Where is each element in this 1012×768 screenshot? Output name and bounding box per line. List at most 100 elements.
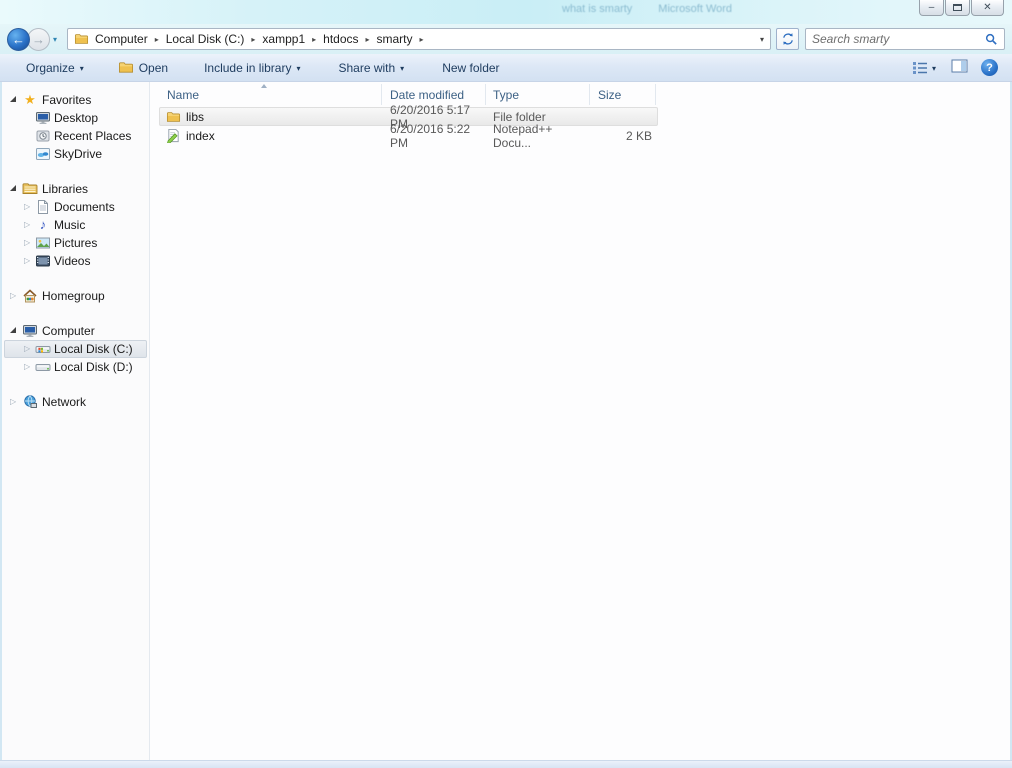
sidebar-item-skydrive[interactable]: SkyDrive	[2, 145, 149, 163]
libraries-icon	[22, 183, 38, 194]
forward-button[interactable]: →	[27, 27, 50, 51]
expander-open-icon[interactable]	[10, 326, 16, 333]
refresh-button[interactable]	[776, 28, 799, 50]
maximize-button[interactable]	[945, 0, 970, 16]
address-bar[interactable]: Computer ▸ Local Disk (C:) ▸ xampp1 ▸ ht…	[67, 28, 771, 50]
minimize-button[interactable]: –	[919, 0, 944, 16]
item-label[interactable]: Recent Places	[54, 129, 131, 143]
section-label[interactable]: Libraries	[42, 182, 88, 196]
breadcrumb-htdocs[interactable]: htdocs	[323, 32, 358, 46]
sidebar-section-libraries[interactable]: Libraries	[2, 180, 149, 198]
column-header-size[interactable]: Size	[590, 84, 656, 105]
breadcrumb-local-disk-c[interactable]: Local Disk (C:)	[166, 32, 245, 46]
breadcrumb-separator-icon[interactable]: ▸	[251, 35, 255, 44]
column-label: Name	[167, 87, 200, 102]
open-label: Open	[138, 60, 169, 75]
navigation-bar: ← → ▾ Computer ▸ Local Disk (C:) ▸ xampp…	[0, 24, 1012, 54]
sidebar-item-music[interactable]: ▷ ♪ Music	[2, 216, 149, 234]
sidebar-item-recent-places[interactable]: Recent Places	[2, 127, 149, 145]
expander-open-icon[interactable]	[10, 184, 16, 191]
sidebar-item-desktop[interactable]: Desktop	[2, 109, 149, 127]
column-header-name[interactable]: Name	[151, 84, 382, 105]
breadcrumb-xampp1[interactable]: xampp1	[262, 32, 305, 46]
expander-collapsed-icon[interactable]: ▷	[24, 221, 32, 229]
item-label[interactable]: SkyDrive	[54, 147, 102, 161]
expander-collapsed-icon[interactable]: ▷	[24, 363, 32, 371]
skydrive-icon	[36, 148, 50, 160]
file-date-cell: 6/20/2016 5:22 PM	[390, 121, 471, 150]
item-label[interactable]: Desktop	[54, 111, 98, 125]
expander-collapsed-icon[interactable]: ▷	[24, 257, 32, 265]
file-name-cell[interactable]: libs	[151, 110, 382, 124]
favorites-star-icon: ★	[24, 92, 36, 107]
file-name-cell[interactable]: index	[151, 128, 382, 143]
item-label[interactable]: Local Disk (D:)	[54, 360, 133, 374]
expander-collapsed-icon[interactable]: ▷	[24, 345, 32, 353]
column-header-type[interactable]: Type	[486, 84, 590, 105]
breadcrumb-separator-icon[interactable]: ▸	[420, 35, 424, 44]
minimize-icon: –	[928, 1, 935, 13]
breadcrumb-separator-icon[interactable]: ▸	[312, 35, 316, 44]
item-label[interactable]: Music	[54, 218, 85, 232]
item-label[interactable]: Videos	[54, 254, 90, 268]
sidebar-section-homegroup[interactable]: ▷ Homegroup	[2, 287, 149, 305]
ghost-window-title: what is smarty Microsoft Word	[562, 3, 732, 15]
expander-collapsed-icon[interactable]: ▷	[24, 203, 32, 211]
nav-buttons: ← → ▾	[7, 27, 62, 51]
expander-collapsed-icon[interactable]: ▷	[10, 398, 18, 406]
help-button[interactable]: ?	[981, 59, 998, 76]
sidebar-section-computer[interactable]: Computer	[2, 322, 149, 340]
close-button[interactable]: ✕	[971, 0, 1004, 16]
breadcrumb-computer[interactable]: Computer	[95, 32, 148, 46]
sidebar-section-favorites[interactable]: ★ Favorites	[2, 91, 149, 109]
chevron-down-icon: ▾	[79, 63, 84, 73]
search-input[interactable]	[812, 32, 985, 46]
open-button[interactable]: Open	[112, 56, 174, 79]
videos-icon	[36, 255, 50, 267]
sidebar-section-network[interactable]: ▷ Network	[2, 393, 149, 411]
file-list-pane: Name Date modified Type Size libs 6/20/2…	[151, 82, 1010, 760]
new-folder-button[interactable]: New folder	[436, 57, 505, 79]
include-in-library-button[interactable]: Include in library ▾	[198, 57, 306, 79]
section-label[interactable]: Computer	[42, 324, 95, 338]
breadcrumb-separator-icon[interactable]: ▸	[366, 35, 370, 44]
section-label[interactable]: Network	[42, 395, 86, 409]
expander-open-icon[interactable]	[10, 95, 16, 102]
documents-icon	[38, 200, 48, 214]
pictures-icon	[36, 237, 50, 249]
homegroup-icon	[23, 289, 37, 303]
share-with-button[interactable]: Share with ▾	[332, 57, 410, 79]
section-label[interactable]: Homegroup	[42, 289, 105, 303]
organize-button[interactable]: Organize ▾	[20, 57, 90, 79]
views-icon	[912, 61, 927, 74]
sidebar-item-local-disk-d[interactable]: ▷ Local Disk (D:)	[2, 358, 149, 376]
breadcrumb-smarty[interactable]: smarty	[377, 32, 413, 46]
address-history-dropdown-icon[interactable]: ▾	[760, 35, 764, 44]
item-label[interactable]: Documents	[54, 200, 115, 214]
item-label[interactable]: Local Disk (C:)	[54, 342, 133, 356]
file-type-cell: Notepad++ Docu...	[493, 121, 553, 150]
search-icon[interactable]	[985, 33, 998, 46]
expander-collapsed-icon[interactable]: ▷	[24, 239, 32, 247]
sidebar-item-local-disk-c[interactable]: ▷ Local Disk (C:)	[2, 340, 149, 358]
sidebar-item-pictures[interactable]: ▷ Pictures	[2, 234, 149, 252]
address-folder-icon	[74, 34, 89, 44]
file-row-index[interactable]: index 6/20/2016 5:22 PM Notepad++ Docu..…	[151, 122, 1010, 150]
change-view-button[interactable]: ▾	[910, 59, 938, 77]
back-button[interactable]: ←	[7, 27, 30, 51]
sidebar-item-videos[interactable]: ▷ Videos	[2, 252, 149, 270]
file-name: libs	[186, 109, 205, 124]
preview-pane-button[interactable]	[951, 59, 968, 76]
breadcrumb-separator-icon[interactable]: ▸	[155, 35, 159, 44]
network-icon	[24, 395, 37, 408]
chevron-down-icon: ▾	[296, 63, 301, 73]
window-bottom-edge	[0, 760, 1012, 768]
item-label[interactable]: Pictures	[54, 236, 97, 250]
section-label[interactable]: Favorites	[42, 93, 91, 107]
search-box	[805, 28, 1005, 50]
title-bar: what is smarty Microsoft Word – ✕	[0, 0, 1012, 24]
recent-pages-dropdown[interactable]: ▾	[53, 35, 57, 44]
expander-collapsed-icon[interactable]: ▷	[10, 292, 18, 300]
sidebar-item-documents[interactable]: ▷ Documents	[2, 198, 149, 216]
help-icon: ?	[986, 61, 993, 74]
